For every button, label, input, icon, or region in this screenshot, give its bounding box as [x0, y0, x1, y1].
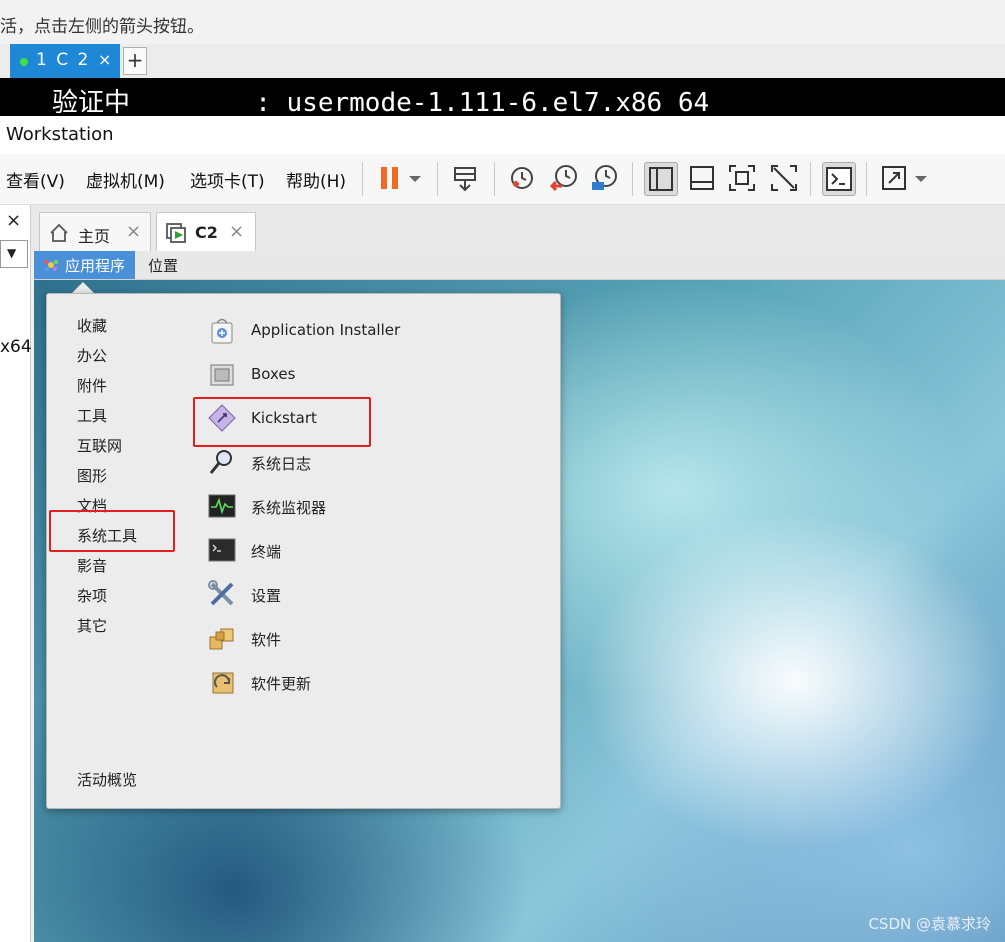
pause-icon[interactable] — [374, 162, 406, 194]
home-icon — [48, 222, 70, 244]
applications-label: 应用程序 — [65, 257, 126, 275]
dropdown-icon[interactable] — [404, 162, 426, 194]
category-sundry[interactable]: 杂项 — [77, 585, 107, 606]
terminal-tab-label: 1 C 2 — [36, 50, 91, 70]
toolbar-separator — [437, 162, 438, 196]
app-system-monitor[interactable]: 系统监视器 — [207, 489, 507, 525]
app-terminal[interactable]: 终端 — [207, 533, 507, 569]
gnome-foot-icon — [43, 257, 59, 273]
wrench-screwdriver-icon — [207, 579, 237, 609]
terminal-tab[interactable]: 1 C 2 × — [10, 44, 120, 78]
toolbar-separator — [494, 162, 495, 196]
console-icon[interactable] — [822, 162, 856, 196]
app-label: 系统日志 — [251, 455, 312, 473]
app-label: Application Installer — [251, 321, 401, 339]
app-system-log[interactable]: 系统日志 — [207, 445, 507, 481]
app-label: 系统监视器 — [251, 499, 327, 517]
menu-help[interactable]: 帮助(H) — [286, 167, 346, 192]
toolbar-separator — [866, 162, 867, 196]
category-tools[interactable]: 工具 — [77, 405, 107, 426]
app-label: 终端 — [251, 543, 282, 561]
fullscreen-icon[interactable] — [726, 162, 758, 194]
unity-icon[interactable] — [768, 162, 800, 194]
dropdown-icon[interactable] — [910, 162, 932, 194]
vm-running-icon — [165, 222, 189, 244]
magnifier-icon — [207, 447, 237, 477]
app-application-installer[interactable]: Application Installer — [207, 313, 507, 349]
app-label: 软件更新 — [251, 675, 312, 693]
category-other[interactable]: 其它 — [77, 615, 107, 636]
thumbnail-icon[interactable] — [686, 162, 718, 194]
app-label: 设置 — [251, 587, 282, 605]
menu-vm[interactable]: 虚拟机(M) — [86, 167, 165, 192]
close-icon[interactable]: × — [6, 210, 21, 231]
installer-bag-icon — [207, 315, 237, 345]
status-dot-icon — [20, 58, 28, 66]
menu-toolbar: 查看(V) 虚拟机(M) 选项卡(T) 帮助(H) — [0, 154, 1005, 205]
app-boxes[interactable]: Boxes — [207, 357, 507, 393]
library-icon[interactable] — [644, 162, 678, 196]
app-settings[interactable]: 设置 — [207, 577, 507, 613]
app-label: 软件 — [251, 631, 282, 649]
close-icon[interactable]: × — [126, 221, 141, 242]
boxes-icon — [207, 359, 237, 389]
tab-label: 主页 — [78, 227, 111, 246]
popup-pointer — [72, 282, 94, 293]
category-internet[interactable]: 互联网 — [77, 435, 122, 456]
category-accessories[interactable]: 附件 — [77, 375, 107, 396]
monitor-icon — [207, 491, 237, 521]
menu-tabs[interactable]: 选项卡(T) — [190, 167, 265, 192]
send-keys-icon[interactable] — [450, 162, 482, 194]
gnome-top-bar: 应用程序 位置 — [34, 251, 1005, 280]
menu-view[interactable]: 查看(V) — [6, 167, 65, 192]
category-graphics[interactable]: 图形 — [77, 465, 107, 486]
terminal-tab-strip: 1 C 2 × + — [0, 44, 1005, 78]
close-icon[interactable]: × — [229, 221, 244, 242]
toolbar-separator — [632, 162, 633, 196]
vm-tab-strip: 主页 × C2 × — [31, 205, 1005, 252]
manage-snapshot-icon[interactable] — [588, 162, 620, 194]
category-favorites[interactable]: 收藏 — [77, 315, 107, 336]
highlight-kickstart — [193, 397, 371, 447]
software-package-icon — [207, 623, 237, 653]
window-title-bar: Workstation — [0, 116, 1005, 154]
category-sound-video[interactable]: 影音 — [77, 555, 107, 576]
toolbar-separator — [362, 162, 363, 196]
stretch-icon[interactable] — [878, 162, 910, 194]
terminal-line: 验证中 : usermode-1.111-6.el7.x86_64 — [52, 88, 710, 118]
tab-home[interactable]: 主页 × — [39, 212, 151, 252]
places-menu[interactable]: 位置 — [148, 255, 178, 276]
new-tab-button[interactable]: + — [123, 47, 147, 75]
library-panel — [0, 205, 31, 942]
window-title: Workstation — [6, 124, 114, 145]
tab-label: C2 — [195, 223, 218, 242]
terminal-icon — [207, 535, 237, 565]
revert-snapshot-icon[interactable] — [548, 162, 580, 194]
snapshot-icon[interactable] — [506, 162, 538, 194]
chevron-down-icon: ▼ — [7, 246, 17, 260]
hint-text: 活，点击左侧的箭头按钮。 — [0, 17, 204, 37]
applications-popup: 收藏 办公 附件 工具 互联网 图形 文档 系统工具 影音 杂项 其它 活动概览… — [46, 293, 561, 809]
close-icon[interactable]: × — [98, 50, 111, 69]
guest-desktop[interactable]: 应用程序 位置 收藏 办公 附件 工具 互联网 图形 文档 系统工具 影音 杂项… — [34, 251, 1005, 942]
tab-c2[interactable]: C2 × — [156, 212, 256, 252]
app-label: Boxes — [251, 365, 296, 383]
category-office[interactable]: 办公 — [77, 345, 107, 366]
truncated-text: x64 — [0, 337, 32, 357]
activities-overview[interactable]: 活动概览 — [77, 769, 137, 790]
watermark: CSDN @袁慕求玲 — [868, 915, 991, 933]
app-software-update[interactable]: 软件更新 — [207, 665, 507, 701]
applications-menu-button[interactable]: 应用程序 — [34, 251, 135, 279]
toolbar-separator — [810, 162, 811, 196]
hint-bar: 活，点击左侧的箭头按钮。 — [0, 0, 1005, 45]
software-update-icon — [207, 667, 237, 697]
library-dropdown[interactable]: ▼ — [0, 240, 28, 268]
highlight-system-tools — [49, 510, 175, 552]
app-software[interactable]: 软件 — [207, 621, 507, 657]
terminal-output: 验证中 : usermode-1.111-6.el7.x86_64 — [0, 78, 1005, 118]
